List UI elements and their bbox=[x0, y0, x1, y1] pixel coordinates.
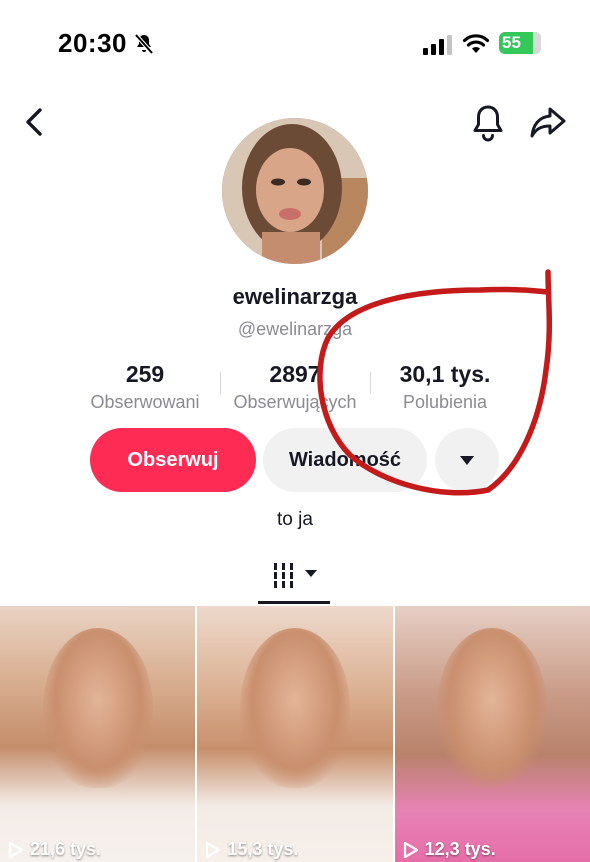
tab-caret-icon bbox=[305, 570, 317, 577]
profile-bio: to ja bbox=[277, 509, 313, 530]
stat-following-value: 259 bbox=[125, 361, 165, 387]
tab-videos[interactable] bbox=[258, 555, 330, 605]
video-grid: 21,6 tys. 15,3 tys. 12,3 tys. bbox=[0, 606, 590, 862]
stat-followers[interactable]: 2897 Obserwujących bbox=[220, 360, 370, 414]
video-thumbnail[interactable]: 21,6 tys. bbox=[0, 606, 196, 862]
stat-following[interactable]: 259 Obserwowani bbox=[70, 360, 220, 414]
status-bar: 20:30 55 bbox=[0, 0, 590, 90]
view-count: 21,6 tys. bbox=[8, 839, 101, 860]
play-icon bbox=[403, 841, 418, 858]
status-time: 20:30 bbox=[58, 28, 127, 58]
battery-level: 55 bbox=[502, 33, 521, 52]
view-count-text: 12,3 tys. bbox=[424, 839, 496, 859]
stat-likes-label: Polubienia bbox=[402, 392, 488, 412]
view-count: 15,3 tys. bbox=[205, 839, 298, 860]
bell-icon[interactable] bbox=[470, 102, 506, 142]
user-handle: @ewelinarzga bbox=[237, 319, 353, 339]
stat-likes-value: 30,1 tys. bbox=[399, 361, 491, 387]
thumbnail-image bbox=[42, 628, 153, 788]
thumbnail-image bbox=[239, 628, 350, 788]
play-icon bbox=[8, 841, 24, 858]
tab-underline bbox=[258, 601, 330, 604]
video-thumbnail[interactable]: 15,3 tys. bbox=[197, 606, 393, 862]
view-count-text: 21,6 tys. bbox=[30, 839, 102, 859]
view-count: 12,3 tys. bbox=[403, 839, 496, 860]
thumbnail-image bbox=[437, 628, 548, 788]
grid-icon bbox=[274, 563, 293, 588]
video-thumbnail[interactable]: 12,3 tys. bbox=[394, 606, 590, 862]
play-icon bbox=[206, 841, 221, 858]
signal-icon bbox=[423, 35, 452, 55]
battery-indicator: 55 bbox=[499, 32, 541, 54]
stat-following-label: Obserwowani bbox=[90, 392, 200, 412]
caret-down-icon bbox=[460, 455, 474, 465]
bell-slash-icon bbox=[134, 33, 154, 55]
username: ewelinarzga bbox=[232, 284, 358, 309]
wifi-icon bbox=[462, 34, 490, 53]
more-options-button[interactable] bbox=[435, 428, 499, 492]
stat-followers-value: 2897 bbox=[269, 361, 321, 387]
avatar-photo bbox=[222, 118, 368, 264]
avatar[interactable] bbox=[222, 118, 368, 264]
stat-followers-label: Obserwujących bbox=[233, 392, 357, 412]
message-button[interactable]: Wiadomość bbox=[263, 428, 427, 492]
share-icon[interactable] bbox=[528, 104, 568, 140]
follow-button[interactable]: Obserwuj bbox=[90, 428, 256, 492]
view-count-text: 15,3 tys. bbox=[227, 839, 299, 859]
stat-likes[interactable]: 30,1 tys. Polubienia bbox=[370, 360, 520, 414]
back-icon[interactable] bbox=[20, 105, 50, 139]
